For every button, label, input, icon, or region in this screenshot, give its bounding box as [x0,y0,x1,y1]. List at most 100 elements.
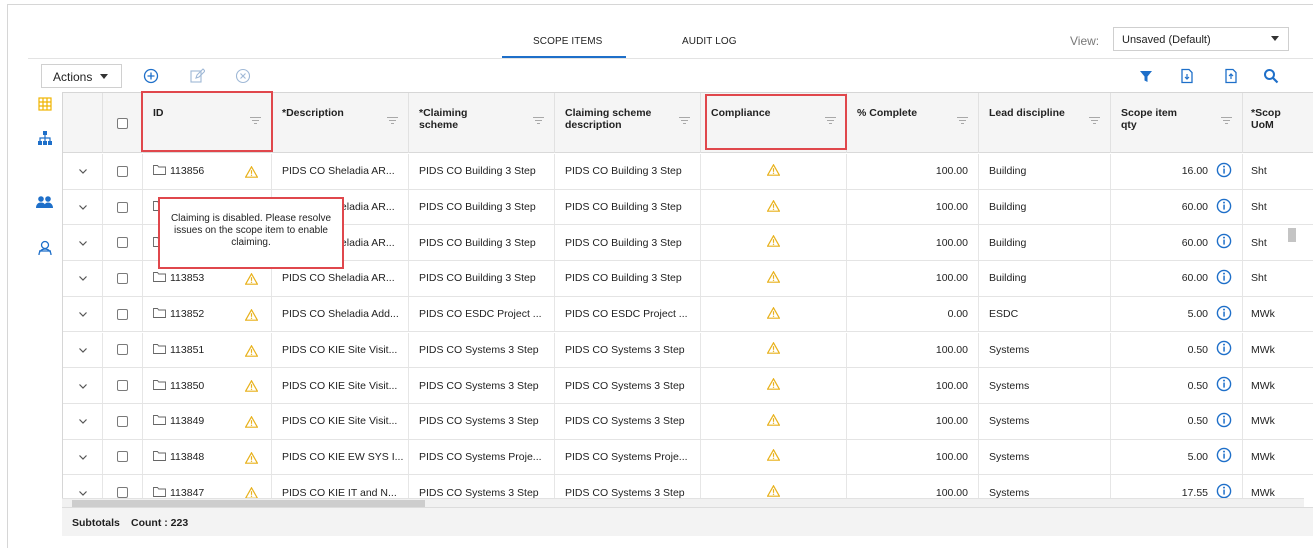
uom-cell[interactable]: Sht [1243,190,1313,225]
info-icon[interactable] [1216,483,1232,498]
uom-cell[interactable]: MWk [1243,475,1313,498]
compliance-cell[interactable] [701,189,847,225]
export-doc-icon[interactable] [1177,66,1197,86]
import-doc-icon[interactable] [1221,66,1241,86]
claiming-scheme-cell[interactable]: PIDS CO Building 3 Step [409,225,555,261]
id-cell[interactable]: 113850 [143,368,272,403]
claiming-scheme-description-cell[interactable]: PIDS CO Building 3 Step [555,225,701,261]
id-cell[interactable]: 113849 [143,403,272,439]
row-checkbox[interactable] [117,237,128,249]
table-row[interactable]: 113848 PIDS CO KIE EW SYS I... PIDS CO Sys… [63,439,1313,476]
description-cell[interactable]: PIDS CO Sheladia Add... [272,296,409,332]
expand-row-chevron-icon[interactable] [63,403,103,439]
expand-row-chevron-icon[interactable] [63,439,103,475]
percent-complete-cell[interactable]: 100.00 [847,439,979,475]
claiming-scheme-description-cell[interactable]: PIDS CO Building 3 Step [555,189,701,225]
uom-cell[interactable]: MWk [1243,333,1313,368]
compliance-cell[interactable] [701,403,847,439]
row-checkbox[interactable] [117,344,128,356]
claiming-scheme-description-cell[interactable]: PIDS CO Building 3 Step [555,154,701,189]
header-lead-discipline[interactable]: Lead discipline [979,93,1111,153]
expand-row-chevron-icon[interactable] [63,154,103,189]
expand-row-chevron-icon[interactable] [63,261,103,296]
info-icon[interactable] [1216,447,1232,466]
info-icon[interactable] [1216,198,1232,217]
claiming-scheme-description-cell[interactable]: PIDS CO Systems Proje... [555,439,701,475]
compliance-cell[interactable] [701,261,847,296]
expand-row-chevron-icon[interactable] [63,225,103,261]
column-menu-icon[interactable] [1221,117,1232,125]
info-icon[interactable] [1216,269,1232,288]
percent-complete-cell[interactable]: 100.00 [847,332,979,368]
uom-cell[interactable]: Sht [1243,225,1313,260]
claiming-scheme-cell[interactable]: PIDS CO Systems 3 Step [409,475,555,498]
row-checkbox[interactable] [117,415,128,427]
header-description[interactable]: *Description [272,93,409,153]
lead-discipline-cell[interactable]: Building [979,225,1111,261]
header-percent-complete[interactable]: % Complete [847,93,979,153]
row-checkbox[interactable] [117,272,128,284]
users-icon[interactable] [34,191,56,213]
claiming-scheme-description-cell[interactable]: PIDS CO Systems 3 Step [555,403,701,439]
edit-icon[interactable] [187,66,207,86]
lead-discipline-cell[interactable]: ESDC [979,296,1111,332]
table-row[interactable]: 113847 PIDS CO KIE IT and N... PIDS CO Sys… [63,475,1313,498]
compliance-cell[interactable] [701,296,847,332]
claiming-scheme-cell[interactable]: PIDS CO Systems 3 Step [409,332,555,368]
row-checkbox[interactable] [117,201,128,213]
lead-discipline-cell[interactable]: Building [979,189,1111,225]
claiming-scheme-cell[interactable]: PIDS CO Systems 3 Step [409,368,555,403]
column-menu-icon[interactable] [1089,117,1100,125]
claiming-scheme-description-cell[interactable]: PIDS CO ESDC Project ... [555,296,701,332]
id-cell[interactable]: 113852 [143,296,272,332]
lead-discipline-cell[interactable]: Systems [979,403,1111,439]
search-icon[interactable] [1261,66,1281,86]
info-icon[interactable] [1216,162,1232,181]
column-menu-icon[interactable] [679,117,690,125]
lead-discipline-cell[interactable]: Systems [979,475,1111,498]
percent-complete-cell[interactable]: 100.00 [847,154,979,189]
id-cell[interactable]: 113848 [143,439,272,475]
description-cell[interactable]: PIDS CO KIE IT and N... [272,475,409,498]
vertical-scroll-thumb[interactable] [1288,228,1296,242]
expand-row-chevron-icon[interactable] [63,368,103,403]
percent-complete-cell[interactable]: 100.00 [847,225,979,261]
claiming-scheme-description-cell[interactable]: PIDS CO Systems 3 Step [555,332,701,368]
compliance-cell[interactable] [701,332,847,368]
actions-dropdown[interactable]: Actions [41,64,122,88]
uom-cell[interactable]: Sht [1243,261,1313,296]
table-row[interactable]: 113856 PIDS CO Sheladia AR... PIDS CO Buil… [63,154,1313,190]
tab-audit-log[interactable]: AUDIT LOG [682,36,737,47]
table-row[interactable]: 113852 PIDS CO Sheladia Add... PIDS CO ESD… [63,296,1313,333]
scope-item-qty-cell[interactable]: 5.00 [1111,296,1243,332]
header-claiming-scheme[interactable]: *Claiming scheme [409,93,555,153]
compliance-cell[interactable] [701,475,847,498]
scope-item-qty-cell[interactable]: 17.55 [1111,475,1243,498]
percent-complete-cell[interactable]: 0.00 [847,296,979,332]
row-checkbox[interactable] [117,487,128,498]
scope-item-qty-cell[interactable]: 0.50 [1111,368,1243,403]
lead-discipline-cell[interactable]: Systems [979,332,1111,368]
scope-item-qty-cell[interactable]: 16.00 [1111,154,1243,189]
lead-discipline-cell[interactable]: Building [979,154,1111,189]
compliance-cell[interactable] [701,225,847,261]
claiming-scheme-description-cell[interactable]: PIDS CO Building 3 Step [555,261,701,296]
header-scope-item-qty[interactable]: Scope item qty [1111,93,1243,153]
delete-x-icon[interactable] [233,66,253,86]
claiming-scheme-cell[interactable]: PIDS CO Systems 3 Step [409,403,555,439]
row-checkbox[interactable] [117,451,128,463]
description-cell[interactable]: PIDS CO KIE Site Visit... [272,403,409,439]
lead-discipline-cell[interactable]: Systems [979,368,1111,403]
row-checkbox[interactable] [117,380,128,392]
description-cell[interactable]: PIDS CO Sheladia AR... [272,154,409,189]
scope-item-qty-cell[interactable]: 60.00 [1111,225,1243,261]
add-circle-icon[interactable] [141,66,161,86]
compliance-cell[interactable] [701,439,847,475]
row-checkbox[interactable] [117,308,128,320]
description-cell[interactable]: PIDS CO KIE Site Visit... [272,368,409,403]
info-icon[interactable] [1216,376,1232,395]
header-claiming-scheme-description[interactable]: Claiming scheme description [555,93,701,153]
claiming-scheme-cell[interactable]: PIDS CO Building 3 Step [409,261,555,296]
table-row[interactable]: 113849 PIDS CO KIE Site Visit... PIDS CO S… [63,403,1313,440]
id-cell[interactable]: 113856 [143,154,272,189]
